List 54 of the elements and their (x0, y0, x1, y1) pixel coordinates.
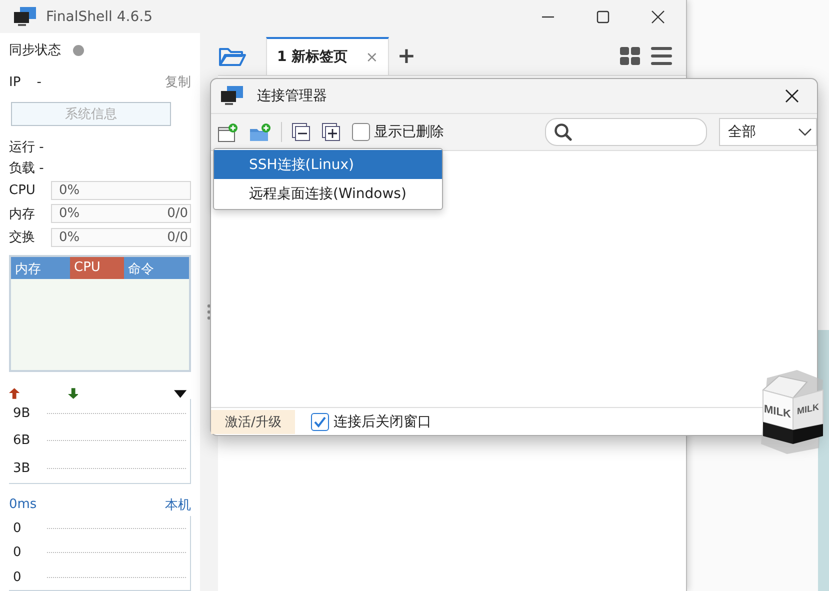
menu-item[interactable]: SSH连接(Linux) (214, 150, 442, 179)
axis-tick: 6B (13, 433, 32, 448)
axis-tick: 0 (13, 520, 22, 536)
meter-label: 内存 (9, 206, 36, 223)
close-after-connect-checkbox[interactable]: 连接后关闭窗口 (311, 412, 432, 430)
axis-tick: 0 (13, 570, 22, 586)
meter-label: 交换 (9, 229, 36, 246)
filter-dropdown[interactable]: 全部 (719, 118, 817, 146)
close-tab-icon[interactable]: × (366, 48, 378, 66)
show-deleted-checkbox[interactable]: 显示已删除 (352, 123, 444, 141)
meter-bar: 0% (51, 181, 191, 200)
meter-label: CPU (9, 183, 36, 198)
menu-item[interactable]: 远程桌面连接(Windows) (214, 179, 442, 208)
maximize-icon[interactable] (596, 10, 610, 24)
menu-icon[interactable] (651, 47, 672, 65)
meter-bar: 0% 0/0 (51, 204, 191, 224)
chevron-down-icon (798, 128, 812, 136)
dropdown-caret-icon[interactable] (174, 390, 187, 398)
folder-icon[interactable] (218, 45, 246, 67)
window-title: FinalShell 4.6.5 (46, 8, 152, 24)
stat-text: 负载 - (9, 160, 44, 178)
add-tab-button[interactable]: + (397, 44, 416, 69)
ip-value: - (36, 74, 42, 90)
sync-label: 同步状态 (9, 42, 61, 59)
search-icon (554, 123, 572, 141)
ip-label: IP (9, 74, 21, 90)
close-icon[interactable] (651, 10, 665, 24)
monitor-icon (221, 86, 243, 106)
collapse-icon[interactable] (292, 123, 310, 141)
host-link[interactable]: 本机 (165, 496, 191, 514)
close-icon[interactable] (785, 89, 799, 103)
status-dot (73, 44, 84, 56)
activate-button[interactable]: 激活/升级 (211, 410, 296, 434)
axis-tick: 0 (13, 545, 22, 560)
checkmark-icon (313, 414, 328, 428)
expand-icon[interactable] (322, 123, 340, 141)
meter-bar: 0% 0/0 (51, 228, 191, 247)
axis-tick: 3B (13, 461, 32, 476)
column-header[interactable]: CPU (70, 256, 124, 279)
grid-icon[interactable] (620, 47, 640, 65)
up-arrow-icon (9, 388, 20, 400)
dialog-title: 连接管理器 (257, 87, 327, 105)
column-header[interactable]: 内存 (11, 256, 70, 279)
new-file-icon[interactable] (218, 122, 238, 142)
search-field[interactable] (545, 118, 707, 146)
copy-link[interactable]: 复制 (165, 73, 191, 91)
down-arrow-icon (68, 388, 78, 400)
column-header[interactable]: 命令 (124, 256, 158, 279)
tab[interactable]: 1 新标签页 × (266, 37, 390, 75)
monitor-icon (14, 6, 36, 26)
new-folder-icon[interactable] (250, 122, 271, 142)
axis-tick: 9B (13, 406, 32, 421)
stat-text: 运行 - (9, 139, 44, 156)
latency-value: 0ms (9, 497, 37, 512)
